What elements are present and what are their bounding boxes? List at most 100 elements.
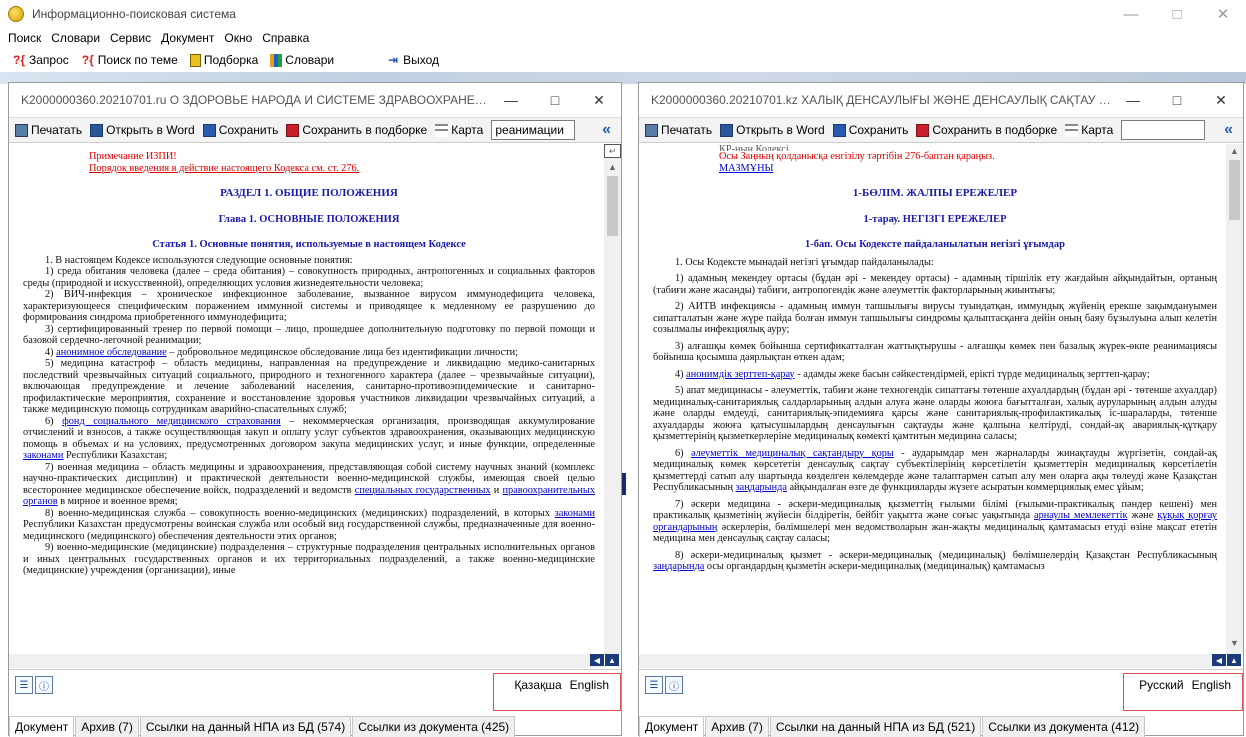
menu-service[interactable]: Сервис	[110, 31, 151, 45]
left-return-icon[interactable]: ↵	[604, 144, 621, 158]
left-tab-refs-from[interactable]: Ссылки из документа (425)	[352, 716, 516, 737]
right-maximize-button[interactable]: □	[1155, 83, 1199, 117]
right-info-icon[interactable]: ⓘ	[665, 676, 683, 694]
right-word-button[interactable]: Открыть в Word	[720, 123, 825, 137]
floppy-red-icon	[286, 123, 300, 137]
exit-button[interactable]: ⇥ Выход	[386, 53, 439, 67]
right-link-special[interactable]: арнаулы мемлекеттік	[1034, 510, 1128, 521]
app-logo-icon	[8, 6, 24, 22]
app-window-controls: — □ ✕	[1108, 0, 1246, 28]
right-chapter-heading: 1-тарау. НЕГІЗГІ ЕРЕЖЕЛЕР	[863, 213, 1007, 225]
left-info-icon[interactable]: ⓘ	[35, 676, 53, 694]
left-section-heading: РАЗДЕЛ 1. ОБЩИЕ ПОЛОЖЕНИЯ	[220, 187, 398, 199]
left-save-button[interactable]: Сохранить	[202, 123, 278, 137]
left-search-input[interactable]	[491, 120, 576, 140]
theme-search-button[interactable]: ?{ Поиск по теме	[81, 53, 178, 67]
left-lang-tools: ☰ ⓘ	[15, 676, 55, 694]
right-tab-refs-to[interactable]: Ссылки на данный НПА из БД (521)	[769, 716, 982, 737]
right-split-icon[interactable]: ☰	[645, 676, 663, 694]
right-lang-tools: ☰ ⓘ	[645, 676, 685, 694]
menu-document[interactable]: Документ	[161, 31, 214, 45]
right-print-button[interactable]: Печатать	[645, 123, 712, 137]
left-link-laws[interactable]: законами	[23, 450, 63, 461]
left-para-3: 3) сертифицированный тренер по первой по…	[23, 323, 595, 347]
left-close-button[interactable]: ✕	[577, 83, 621, 117]
left-para-0: 1. В настоящем Кодексе используются след…	[45, 254, 353, 266]
right-map-button[interactable]: Карта	[1065, 123, 1113, 137]
left-para-8: 8) военно-медицинская служба – совокупно…	[23, 507, 595, 542]
left-vertical-scrollbar[interactable]: ↵ ▲	[604, 144, 621, 654]
right-scroll-thumb[interactable]	[1229, 160, 1240, 220]
right-scroll-up-arrow[interactable]: ▲	[1226, 146, 1243, 156]
menu-help[interactable]: Справка	[262, 31, 309, 45]
query-button[interactable]: ?{ Запрос	[12, 53, 69, 67]
right-minimize-button[interactable]: —	[1111, 83, 1155, 117]
left-next-arrow-icon[interactable]: ▲	[605, 654, 619, 666]
left-prev-arrow-icon[interactable]: ◀	[590, 654, 604, 666]
word-icon	[720, 123, 734, 137]
menu-search[interactable]: Поиск	[8, 31, 41, 45]
floppy-icon	[202, 123, 216, 137]
right-window-controls: — □ ✕	[1111, 83, 1243, 117]
right-doc-toolbar: Печатать Открыть в Word Сохранить Сохран…	[639, 117, 1243, 143]
left-tab-archive[interactable]: Архив (7)	[75, 716, 139, 737]
right-save-button[interactable]: Сохранить	[832, 123, 908, 137]
right-link-laws-2[interactable]: заңдарында	[653, 561, 704, 572]
left-link-laws-2[interactable]: законами	[555, 508, 595, 519]
right-save-selection-button[interactable]: Сохранить в подборке	[916, 123, 1057, 137]
main-toolbar: ?{ Запрос ?{ Поиск по теме Подборка Слов…	[0, 48, 1246, 72]
right-horizontal-scrollbar[interactable]	[639, 654, 1225, 668]
right-close-button[interactable]: ✕	[1199, 83, 1243, 117]
right-collapse-icon[interactable]: «	[1224, 121, 1233, 139]
dictionaries-button[interactable]: Словари	[270, 53, 334, 67]
selection-icon	[189, 53, 201, 67]
printer-icon	[645, 123, 658, 137]
right-search-input[interactable]	[1121, 120, 1206, 140]
left-minimize-button[interactable]: —	[489, 83, 533, 117]
right-toc-link[interactable]: МАЗМҰНЫ	[719, 163, 774, 174]
books-icon	[270, 53, 283, 67]
left-tab-refs-to[interactable]: Ссылки на данный НПА из БД (574)	[139, 716, 352, 737]
right-link-laws[interactable]: заңдарында	[736, 482, 787, 493]
left-note-link[interactable]: Порядок введения в действие настоящего К…	[23, 163, 595, 175]
left-map-button[interactable]: Карта	[435, 123, 483, 137]
left-scroll-thumb[interactable]	[607, 176, 618, 236]
menu-window[interactable]: Окно	[224, 31, 252, 45]
left-print-button[interactable]: Печатать	[15, 123, 82, 137]
left-note: Примечание ИЗПИ!	[89, 151, 177, 162]
left-collapse-icon[interactable]: «	[602, 121, 611, 139]
right-prev-arrow-icon[interactable]: ◀	[1212, 654, 1226, 666]
right-vertical-scrollbar[interactable]: ▲ ▼	[1226, 144, 1243, 654]
left-word-button[interactable]: Открыть в Word	[90, 123, 195, 137]
left-link-anon[interactable]: анонимное обследование	[56, 347, 167, 358]
right-tab-document[interactable]: Документ	[639, 716, 705, 737]
close-button[interactable]: ✕	[1200, 0, 1246, 28]
left-split-icon[interactable]: ☰	[15, 676, 33, 694]
left-link-special[interactable]: специальных государственных	[355, 485, 491, 496]
left-link-fund[interactable]: фонд социального медицинского страховани…	[62, 416, 281, 427]
minimize-button[interactable]: —	[1108, 0, 1154, 28]
divider-marker	[622, 473, 626, 495]
right-scroll-down-arrow[interactable]: ▼	[1226, 638, 1243, 648]
left-maximize-button[interactable]: □	[533, 83, 577, 117]
selection-button[interactable]: Подборка	[189, 53, 258, 67]
left-document-body: Примечание ИЗПИ! Порядок введения в дейс…	[9, 144, 603, 654]
right-link-fund[interactable]: әлеуметтік медициналық сақтандыру қоры	[691, 448, 894, 459]
left-tab-document[interactable]: Документ	[9, 716, 75, 737]
left-para-6: 6) фонд социального медицинского страхов…	[23, 415, 596, 462]
left-save-selection-button[interactable]: Сохранить в подборке	[286, 123, 427, 137]
right-article-heading: 1-бап. Осы Кодексте пайдаланылатын негіз…	[805, 239, 1065, 250]
maximize-button[interactable]: □	[1154, 0, 1200, 28]
map-icon	[435, 123, 449, 137]
left-scroll-up-arrow[interactable]: ▲	[604, 162, 621, 172]
right-para-0: 1. Осы Кодексте мынадай негізгі ұғымдар …	[675, 256, 934, 268]
left-horizontal-scrollbar[interactable]	[9, 654, 603, 668]
left-nav-arrows[interactable]: ◀ ▲	[589, 654, 619, 666]
right-tab-refs-from[interactable]: Ссылки из документа (412)	[982, 716, 1146, 737]
right-tab-archive[interactable]: Архив (7)	[705, 716, 769, 737]
right-next-arrow-icon[interactable]: ▲	[1227, 654, 1241, 666]
right-link-anon[interactable]: анонимдік зерттеп-қарау	[686, 369, 795, 380]
right-nav-arrows[interactable]: ◀ ▲	[1211, 654, 1241, 666]
app-title: Информационно-поисковая система	[32, 7, 236, 21]
menu-dictionaries[interactable]: Словари	[51, 31, 100, 45]
